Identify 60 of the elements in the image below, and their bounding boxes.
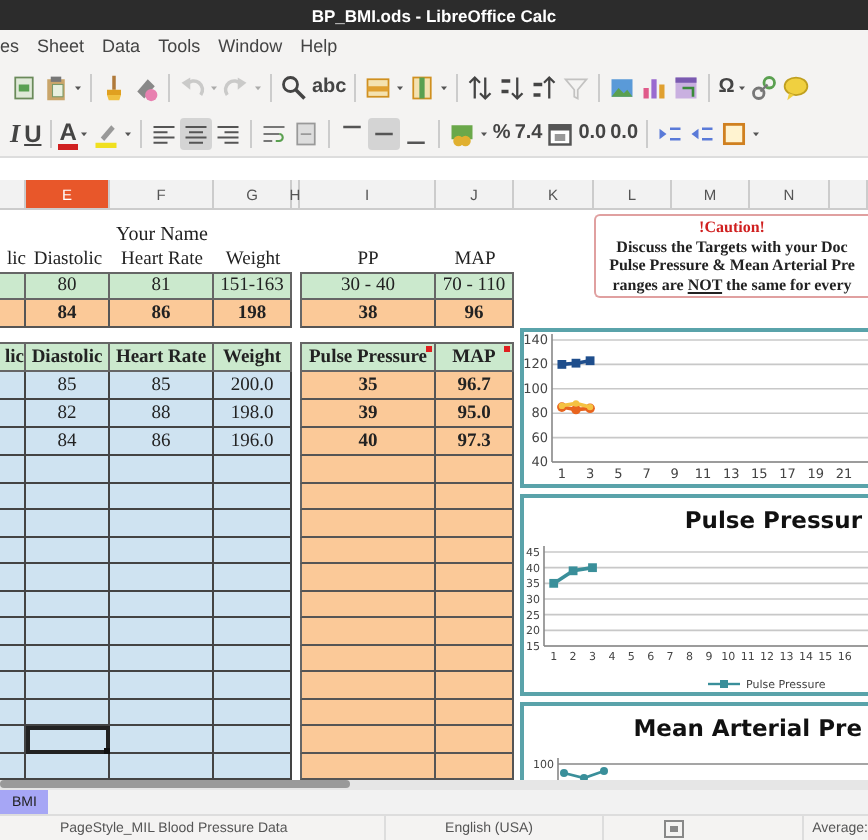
table-cell: 86 (110, 300, 214, 328)
table-cell: 196.0 (214, 428, 292, 456)
table-cell: 82 (26, 400, 110, 428)
column-heading: Heart Rate (110, 342, 214, 372)
column-heading: Diastolic (26, 342, 110, 372)
table-cell: 81 (110, 272, 214, 300)
column-label: Heart Rate (121, 249, 203, 269)
column-label: Diastolic (33, 249, 103, 269)
chart-title: Pulse Pressur (684, 506, 862, 534)
table-cell: 88 (110, 400, 214, 428)
table-cell: 35 (300, 372, 436, 400)
window-title: BP_BMI.ods - LibreOffice Calc (311, 5, 557, 25)
table-cell: 151-163 (214, 272, 292, 300)
toolbar-button[interactable]: Ω (716, 73, 737, 101)
column-heading: Weight (214, 342, 292, 372)
italic-button[interactable]: I (8, 120, 23, 148)
menu-item[interactable]: Help (300, 36, 338, 56)
menu-item[interactable]: Tools (158, 36, 201, 56)
chart-title: Mean Arterial Pre (633, 714, 862, 742)
toolbar-button[interactable]: % (490, 120, 513, 148)
table-cell: 38 (300, 300, 436, 328)
toolbar-button[interactable]: 7.4 (512, 120, 545, 148)
column-label: Weight (225, 249, 281, 269)
note-text: ranges are NOT the same for every (612, 275, 852, 294)
caution-title: !Caution! (699, 218, 765, 237)
note-text: Discuss the Targets with your Doc (616, 237, 848, 256)
column-heading: lic (0, 342, 26, 372)
menu-item[interactable]: es (0, 36, 20, 56)
menu-item[interactable]: Window (218, 36, 283, 56)
column-label: MAP (454, 249, 496, 269)
table-cell: 80 (26, 272, 110, 300)
table-cell: 39 (300, 400, 436, 428)
table-cell: 30 - 40 (300, 272, 436, 300)
toolbar-button[interactable]: abc (310, 73, 349, 101)
column-heading: MAP (436, 342, 514, 372)
toolbar-button[interactable]: 0.0 (608, 120, 641, 148)
note-text: Pulse Pressure & Mean Arterial Pre (609, 256, 855, 275)
table-cell: 40 (300, 428, 436, 456)
column-heading: Pulse Pressure (300, 342, 436, 372)
table-cell: 84 (26, 428, 110, 456)
table-cell: 95.0 (436, 400, 514, 428)
column-label: PP (357, 249, 379, 269)
table-cell: 85 (110, 372, 214, 400)
menu-item[interactable]: Sheet (37, 36, 85, 56)
sheet-title: Your Name (116, 224, 208, 246)
table-cell: 198 (214, 300, 292, 328)
table-cell: 84 (26, 300, 110, 328)
table-cell: 198.0 (214, 400, 292, 428)
table-cell: 85 (26, 372, 110, 400)
menu-item[interactable]: Data (102, 36, 141, 56)
table-cell: 70 - 110 (436, 272, 514, 300)
table-cell: 86 (110, 428, 214, 456)
column-label: lic (7, 249, 26, 269)
toolbar-button[interactable]: 0.0 (576, 120, 609, 148)
underline-button[interactable]: U (22, 120, 44, 148)
font-color-button[interactable]: A (57, 119, 79, 149)
table-cell: 96 (436, 300, 514, 328)
table-cell: 97.3 (436, 428, 514, 456)
table-cell: 200.0 (214, 372, 292, 400)
table-cell: 96.7 (436, 372, 514, 400)
